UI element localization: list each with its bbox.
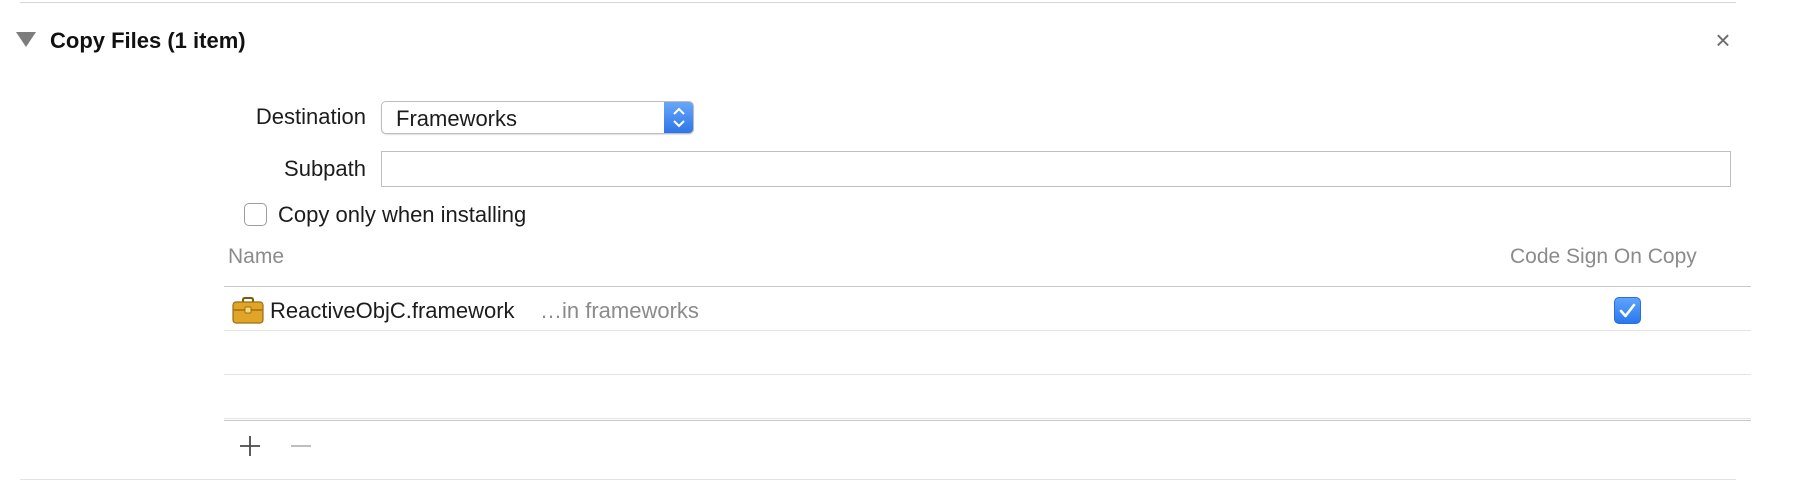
toolbox-icon [232, 297, 264, 324]
code-sign-on-copy-checkbox[interactable] [1614, 297, 1641, 324]
add-item-button[interactable] [238, 434, 262, 458]
popup-chevron-icon [664, 102, 693, 133]
column-header-name[interactable]: Name [228, 245, 284, 269]
remove-item-button[interactable] [289, 434, 313, 458]
phase-title: Copy Files (1 item) [50, 28, 246, 53]
section-top-divider [20, 2, 1736, 3]
copy-only-when-installing-checkbox[interactable] [244, 203, 267, 226]
column-header-code-sign[interactable]: Code Sign On Copy [1510, 245, 1697, 269]
framework-location: …in frameworks [540, 298, 699, 323]
minus-icon [291, 445, 311, 447]
table-row-empty [224, 375, 1751, 419]
section-bottom-divider [20, 479, 1736, 480]
close-phase-button[interactable]: × [1709, 26, 1737, 54]
table-row-empty [224, 331, 1751, 375]
disclosure-triangle-icon[interactable] [16, 32, 36, 47]
framework-name: ReactiveObjC.framework [270, 298, 515, 323]
destination-label: Destination [255, 104, 366, 129]
subpath-label: Subpath [284, 156, 366, 181]
subpath-input[interactable] [381, 151, 1731, 187]
checkmark-icon [1619, 303, 1636, 318]
destination-value: Frameworks [396, 106, 518, 131]
destination-popup[interactable]: Frameworks [381, 101, 694, 134]
close-icon: × [1715, 25, 1731, 55]
plus-icon [240, 436, 260, 456]
copy-only-when-installing-label: Copy only when installing [278, 202, 527, 227]
table-footer-divider [224, 420, 1751, 421]
